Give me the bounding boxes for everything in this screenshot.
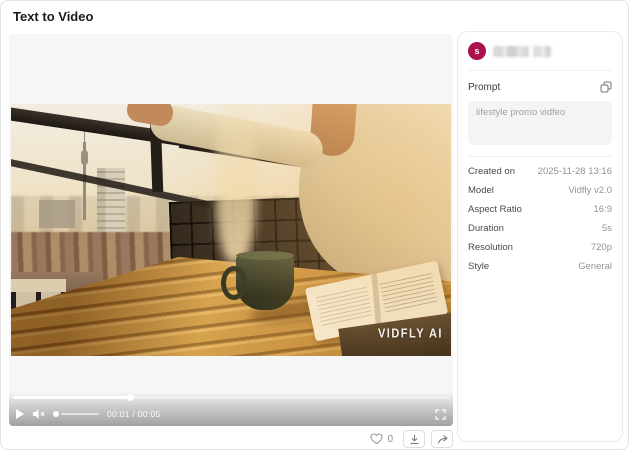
fullscreen-icon[interactable] xyxy=(435,408,446,420)
share-button[interactable] xyxy=(431,430,453,448)
volume-slider[interactable] xyxy=(53,411,99,417)
copy-prompt-button[interactable] xyxy=(600,81,612,93)
meta-row-model: Model Vidfly v2.0 xyxy=(468,185,612,196)
prompt-text: lifestyle promo vidfeo xyxy=(468,101,612,145)
meta-row-created-on: Created on 2025-11-28 13:16 xyxy=(468,166,612,177)
scene-sun-glow xyxy=(11,104,451,356)
share-icon xyxy=(437,434,448,444)
volume-muted-icon[interactable] xyxy=(32,408,45,420)
prompt-label: Prompt xyxy=(468,81,501,93)
like-count: 0 xyxy=(387,433,393,445)
user-row: s xyxy=(468,42,612,71)
avatar[interactable]: s xyxy=(468,42,486,60)
progress-fill xyxy=(13,394,134,401)
page-title: Text to Video xyxy=(13,9,94,24)
time-display: 00:01 / 00:05 xyxy=(107,409,161,419)
progress-thumb[interactable] xyxy=(126,394,134,401)
username-redacted xyxy=(493,45,551,57)
video-actions: 0 xyxy=(9,430,453,448)
video-player[interactable]: VIDFLY AI 00:01 / 00:05 xyxy=(9,34,453,426)
text-to-video-page: Text to Video VIDFLY AI 00:01 / 00:05 0 … xyxy=(0,0,629,450)
player-controls: 00:01 / 00:05 xyxy=(9,392,453,426)
like-button[interactable]: 0 xyxy=(370,433,393,445)
volume-thumb[interactable] xyxy=(53,411,59,417)
volume-track[interactable] xyxy=(61,413,99,415)
details-panel: s Prompt lifestyle promo vidfeo Created … xyxy=(457,31,623,442)
meta-row-duration: Duration 5s xyxy=(468,223,612,234)
copy-icon xyxy=(600,81,612,93)
meta-row-resolution: Resolution 720p xyxy=(468,242,612,253)
divider xyxy=(468,156,612,157)
meta-row-aspect-ratio: Aspect Ratio 16:9 xyxy=(468,204,612,215)
play-icon[interactable] xyxy=(16,409,24,419)
download-button[interactable] xyxy=(403,430,425,448)
video-frame[interactable]: VIDFLY AI xyxy=(11,104,451,356)
vidfly-watermark: VIDFLY AI xyxy=(377,327,443,341)
meta-row-style: Style General xyxy=(468,261,612,272)
heart-icon xyxy=(370,433,383,445)
progress-bar[interactable] xyxy=(13,394,449,401)
download-icon xyxy=(410,434,418,444)
